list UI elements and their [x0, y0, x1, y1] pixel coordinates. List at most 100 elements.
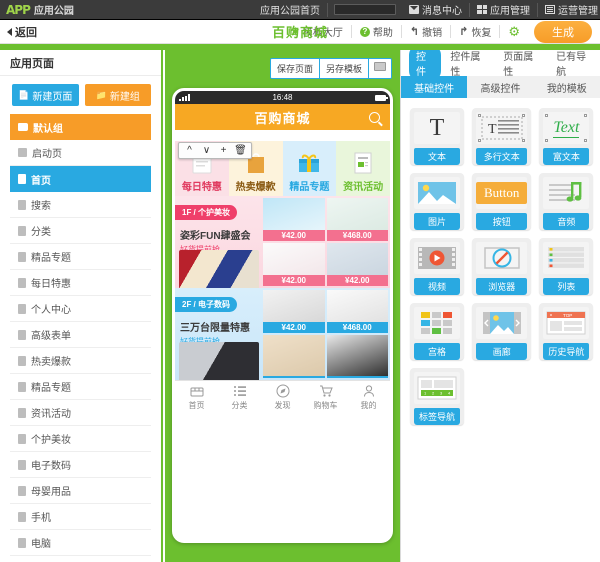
sidebar-item-hot-sale[interactable]: 热卖爆款 — [10, 348, 151, 374]
global-nav: 应用公园首页 消息中心 应用管理 运营管理 — [253, 0, 600, 20]
cart-icon — [319, 384, 333, 398]
new-group-button[interactable]: 📁 新建组 — [84, 84, 151, 106]
undo-button[interactable]: ↰ 撤销 — [402, 25, 452, 39]
floor-heading: 姿彩FUN肆盛会 — [180, 231, 251, 242]
product-card[interactable]: ¥42.00 — [263, 198, 325, 241]
nav-home[interactable]: 应用公园首页 — [253, 2, 328, 17]
sidebar-item-splash[interactable]: 启动页 — [10, 140, 151, 166]
sidebar-item-label: 每日特惠 — [31, 279, 71, 290]
widget-gallery[interactable]: 画廊 — [472, 303, 532, 360]
widget-text[interactable]: T 文本 — [410, 108, 464, 165]
product-card[interactable]: ¥42.00 — [263, 290, 325, 333]
widget-grid-layout[interactable]: 宫格 — [410, 303, 464, 360]
tabbar-item-mine[interactable]: 我的 — [347, 384, 390, 411]
sidebar-item-news[interactable]: 资讯活动 — [10, 400, 151, 426]
sidebar-group-default[interactable]: 默认组 — [10, 114, 151, 140]
sidebar-item-search[interactable]: 搜索 — [10, 192, 151, 218]
sidebar-item-baby[interactable]: 母婴用品 — [10, 478, 151, 504]
move-up-icon[interactable]: ^ — [182, 144, 197, 157]
widget-image[interactable]: 图片 — [410, 173, 464, 230]
subtab-basic-widgets[interactable]: 基础控件 — [401, 76, 468, 98]
search-icon[interactable] — [369, 111, 380, 123]
floor-promo: 2F / 电子数码 三万台限量特惠 好货提前抢 ¥109.00 — [175, 288, 261, 380]
move-down-icon[interactable]: ∨ — [199, 144, 214, 157]
floor-products: ¥42.00 ¥468.00 ¥42.00 ¥42.00 — [261, 196, 390, 288]
sidebar-item-electronics[interactable]: 电子数码 — [10, 452, 151, 478]
widget-label: 富文本 — [543, 148, 590, 165]
sidebar-item-computer[interactable]: 电脑 — [10, 530, 151, 556]
floor-tag: 1F / 个护美妆 — [175, 205, 238, 220]
floor-promo-image — [179, 342, 259, 380]
folder-icon — [18, 123, 28, 131]
sidebar-title: 应用页面 — [0, 50, 161, 76]
sidebar-item-label: 热卖爆款 — [31, 357, 71, 368]
product-card[interactable]: ¥42.00 — [326, 243, 388, 286]
tabbar-item-discover[interactable]: 发现 — [261, 384, 304, 411]
widget-label: 浏览器 — [476, 278, 528, 295]
product-card[interactable]: ¥468.00 — [326, 198, 388, 241]
product-card[interactable] — [263, 335, 325, 378]
sidebar-item-advanced-form[interactable]: 高级表单 — [10, 322, 151, 348]
nav-app-management[interactable]: 应用管理 — [470, 2, 538, 17]
global-search-input[interactable] — [334, 4, 396, 15]
widget-browser[interactable]: 浏览器 — [472, 238, 532, 295]
sidebar-item-phone[interactable]: 手机 — [10, 504, 151, 530]
subtab-advanced-widgets[interactable]: 高级控件 — [467, 76, 533, 98]
site-logo[interactable]: APP 应用公园 — [0, 2, 74, 18]
sidebar-item-personal-center[interactable]: 个人中心 — [10, 296, 151, 322]
tabbar-item-home[interactable]: 首页 — [175, 384, 218, 411]
product-card[interactable] — [326, 335, 388, 378]
help-button[interactable]: ? 帮助 — [352, 25, 402, 39]
compass-icon — [276, 384, 290, 398]
nav-message-center[interactable]: 消息中心 — [402, 2, 470, 17]
widget-rich-text[interactable]: Text 富文本 — [539, 108, 594, 165]
phone-screen: 16:48 百购商城 ^ ∨ + 🗑 每日特惠 热卖爆款 精品专题 资讯活动 1… — [175, 91, 390, 540]
sidebar-item-category[interactable]: 分类 — [10, 218, 151, 244]
add-icon[interactable]: + — [216, 144, 231, 157]
widget-label: 宫格 — [414, 343, 460, 360]
history-nav-widget-icon: TOP — [543, 307, 590, 339]
generate-button[interactable]: 生成 — [534, 20, 592, 43]
sidebar-item-label: 首页 — [31, 175, 51, 187]
panel-tabs: 控件 控件属性 页面属性 已有导航 — [401, 50, 600, 81]
widget-history-nav[interactable]: TOP 历史导航 — [539, 303, 594, 360]
product-price — [263, 376, 325, 378]
sidebar-item-home[interactable]: 首页 — [10, 166, 151, 192]
save-template-button[interactable]: 另存模板 — [319, 59, 369, 78]
widget-audio[interactable]: 音频 — [539, 173, 594, 230]
sidebar-item-featured[interactable]: 精品专题 — [10, 244, 151, 270]
product-card[interactable]: ¥468.00 — [326, 290, 388, 333]
new-page-button[interactable]: 📄 新建页面 — [12, 84, 79, 106]
back-button[interactable]: 返回 — [0, 24, 37, 40]
tabbar-label: 发现 — [274, 401, 291, 410]
sidebar-item-beauty[interactable]: 个护美妆 — [10, 426, 151, 452]
widget-button[interactable]: Button 按钮 — [472, 173, 532, 230]
tabbar-item-cart[interactable]: 购物车 — [304, 384, 347, 411]
logo-text: 应用公园 — [33, 6, 74, 17]
widget-tab-nav[interactable]: 1234 标签导航 — [410, 368, 464, 425]
redo-button[interactable]: ↱ 恢复 — [451, 25, 501, 39]
new-page-label: 新建页面 — [32, 91, 73, 103]
nav-operations-management[interactable]: 运营管理 — [538, 3, 600, 17]
doc-icon — [18, 433, 26, 444]
widget-multiline-text[interactable]: T 多行文本 — [472, 108, 532, 165]
subtab-my-templates[interactable]: 我的模板 — [534, 76, 600, 98]
category-tile-featured[interactable]: 精品专题 — [282, 141, 337, 196]
product-image — [263, 290, 325, 322]
product-price: ¥42.00 — [326, 275, 388, 286]
floor-section-beauty: 1F / 个护美妆 姿彩FUN肆盛会 好货提前抢 ¥109.00 ¥42.00 — [175, 196, 390, 288]
sidebar-item-photography[interactable]: 摄影摄像 — [10, 556, 151, 562]
widget-list[interactable]: 列表 — [539, 238, 594, 295]
tabbar-item-category[interactable]: 分类 — [218, 384, 261, 411]
settings-button[interactable]: ⚙ — [500, 25, 528, 38]
delete-icon[interactable]: 🗑 — [233, 144, 248, 157]
save-page-button[interactable]: 保存页面 — [270, 59, 320, 78]
sidebar-item-daily-deals[interactable]: 每日特惠 — [10, 270, 151, 296]
doc-icon — [18, 511, 26, 522]
product-card[interactable]: ¥42.00 — [263, 243, 325, 286]
widget-video[interactable]: 视频 — [410, 238, 464, 295]
widget-label: 图片 — [414, 213, 460, 230]
preview-button[interactable] — [369, 59, 391, 78]
sidebar-item-featured-2[interactable]: 精品专题 — [10, 374, 151, 400]
category-tile-news[interactable]: 资讯活动 — [336, 141, 390, 196]
